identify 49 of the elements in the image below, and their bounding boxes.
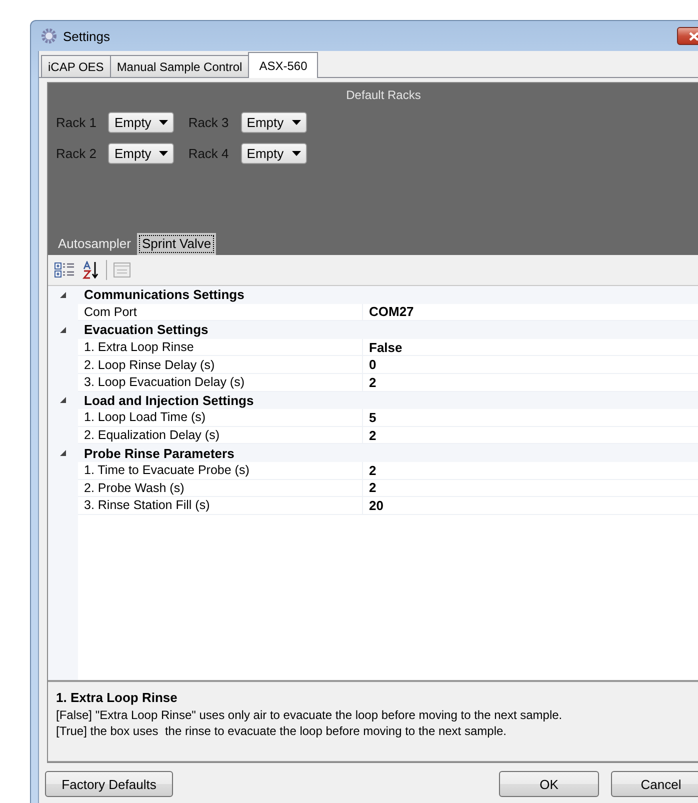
panel-title: Default Racks [345, 87, 422, 102]
property-value[interactable]: 5 [363, 409, 698, 427]
caret-icon [292, 151, 301, 156]
rack-dropdown[interactable]: Empty [108, 112, 174, 133]
tab[interactable]: iCAP OES [41, 55, 111, 77]
property-name[interactable]: 1. Time to Evacuate Probe (s) [78, 462, 363, 480]
property-value[interactable]: 2 [363, 462, 698, 480]
rack-dropdown[interactable]: Empty [240, 112, 307, 133]
caret-icon [159, 151, 168, 156]
property-value[interactable]: False [363, 338, 698, 356]
rack-dropdown[interactable]: Empty [108, 143, 174, 164]
rack-dropdown[interactable]: Empty [240, 143, 307, 164]
collapse-icon[interactable] [59, 326, 67, 334]
rack-label: Rack 1 [56, 115, 96, 130]
property-value[interactable]: 20 [363, 497, 698, 515]
category-heading[interactable]: Probe Rinse Parameters [78, 444, 698, 462]
description-text: [False] "Extra Loop Rinse" uses only air to evacuate the loop before moving to the next sample. [56, 707, 564, 723]
category-heading[interactable]: Communications Settings [78, 286, 698, 304]
sub-tab[interactable]: Autosampler [56, 233, 133, 255]
tab[interactable]: ASX-560 [248, 52, 318, 78]
close-icon [689, 32, 698, 40]
property-name[interactable]: 1. Extra Loop Rinse [78, 338, 363, 356]
rack-label: Rack 3 [188, 115, 229, 130]
rack-label: Rack 2 [56, 146, 96, 161]
window-title: Settings [63, 28, 110, 44]
collapse-icon[interactable] [59, 396, 67, 404]
category-heading[interactable]: Evacuation Settings [78, 321, 698, 339]
gear-icon [41, 28, 57, 44]
property-name[interactable]: 2. Probe Wash (s) [78, 480, 363, 498]
rack-label: Rack 4 [188, 146, 229, 161]
sub-tab[interactable]: Sprint Valve [136, 233, 216, 255]
category-heading[interactable]: Load and Injection Settings [78, 392, 698, 410]
property-name[interactable]: 1. Loop Load Time (s) [78, 409, 363, 427]
sort-alphabetical-icon[interactable] [82, 261, 100, 279]
description-text: [True] the box uses the rinse to evacuate the loop before moving to the next sample. [56, 723, 508, 739]
property-name[interactable]: 2. Loop Rinse Delay (s) [78, 356, 363, 374]
dialog-button[interactable]: Cancel [611, 771, 698, 797]
tab[interactable]: Manual Sample Control [110, 55, 250, 77]
property-value[interactable]: 2 [363, 480, 698, 498]
property-name[interactable]: 3. Rinse Station Fill (s) [78, 497, 363, 515]
collapse-icon[interactable] [59, 290, 67, 299]
caret-icon [159, 120, 168, 125]
categorized-icon[interactable] [54, 261, 76, 279]
factory-defaults-button[interactable]: Factory Defaults [45, 771, 173, 797]
caret-icon [292, 120, 301, 125]
property-value[interactable]: 0 [363, 356, 698, 374]
collapse-icon[interactable] [59, 449, 67, 458]
dialog-button[interactable]: OK [499, 771, 599, 797]
description-title: 1. Extra Loop Rinse [56, 690, 178, 705]
